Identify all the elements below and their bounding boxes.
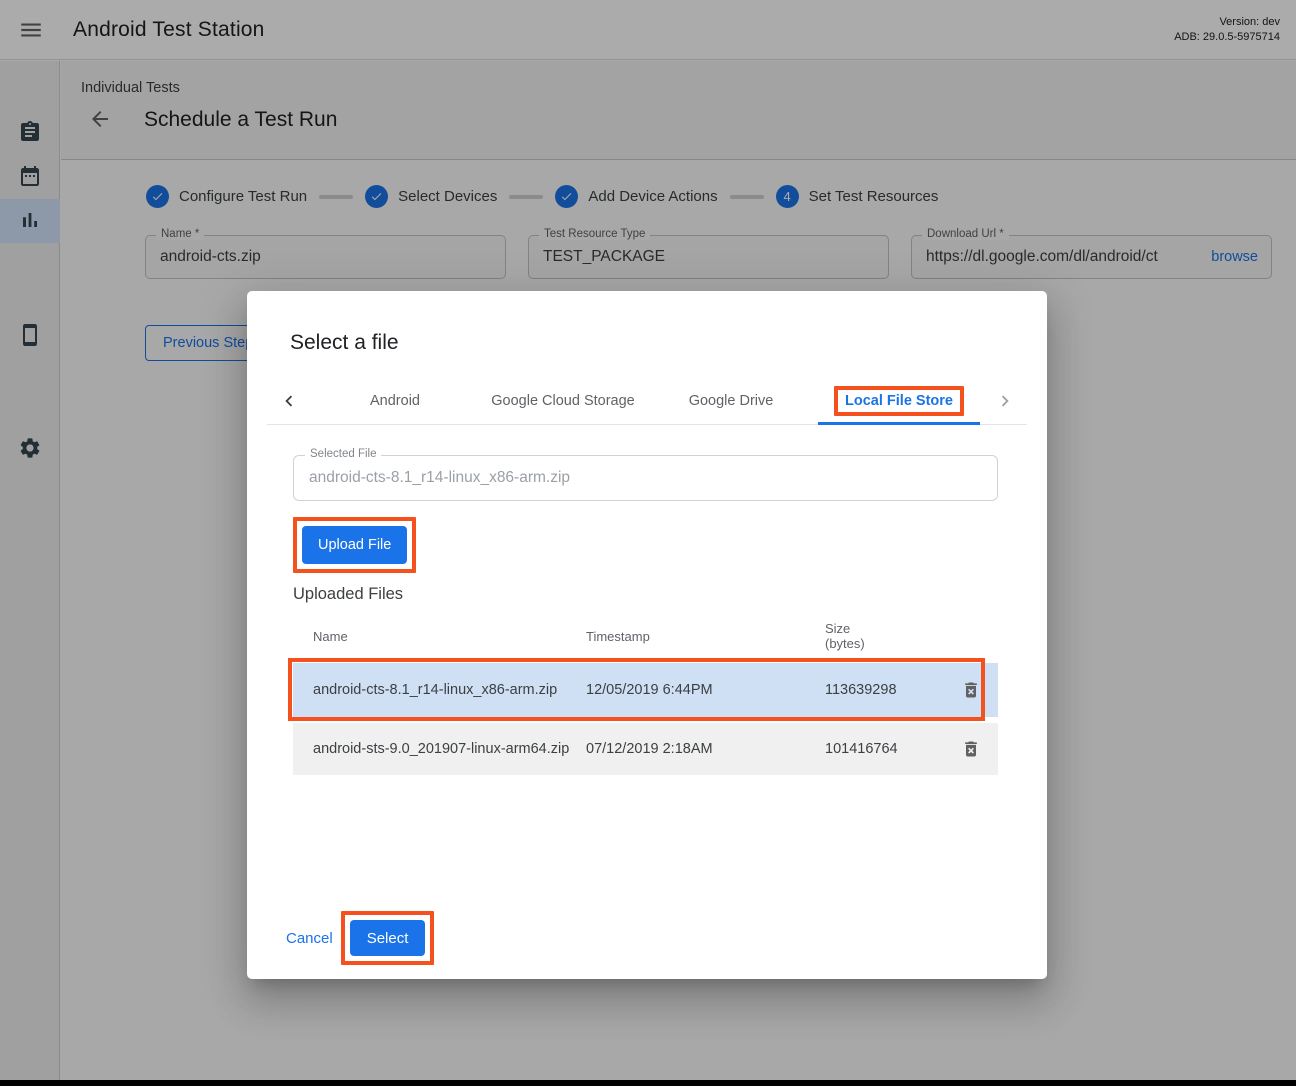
- column-header-name: Name: [293, 629, 586, 644]
- table-header-row: Name Timestamp Size (bytes): [293, 617, 998, 655]
- chevron-right-icon[interactable]: [983, 377, 1027, 424]
- table-row[interactable]: android-cts-8.1_r14-linux_x86-arm.zip 12…: [293, 663, 998, 717]
- chevron-left-icon[interactable]: [267, 377, 311, 424]
- column-header-timestamp: Timestamp: [586, 629, 825, 644]
- tab-android[interactable]: Android: [311, 377, 479, 424]
- uploaded-files-table: Name Timestamp Size (bytes) android-cts-…: [293, 617, 998, 775]
- tab-label: Google Cloud Storage: [491, 393, 635, 409]
- delete-file-icon[interactable]: [958, 736, 984, 762]
- cancel-button[interactable]: Cancel: [286, 930, 333, 947]
- select-button[interactable]: Select: [350, 920, 426, 956]
- selected-file-value: android-cts-8.1_r14-linux_x86-arm.zip: [294, 456, 997, 500]
- select-file-dialog: Select a file Android Google Cloud Stora…: [247, 291, 1047, 979]
- tab-label: Local File Store: [845, 393, 953, 409]
- size-cell: 113639298: [825, 683, 899, 698]
- timestamp-cell: 12/05/2019 6:44PM: [586, 682, 825, 698]
- tab-google-cloud-storage[interactable]: Google Cloud Storage: [479, 377, 647, 424]
- timestamp-cell: 07/12/2019 2:18AM: [586, 741, 825, 757]
- table-row[interactable]: android-sts-9.0_201907-linux-arm64.zip 0…: [293, 723, 998, 775]
- dialog-title: Select a file: [290, 331, 1047, 355]
- tab-label: Google Drive: [689, 393, 774, 409]
- upload-file-button[interactable]: Upload File: [302, 526, 407, 564]
- file-name-cell: android-cts-8.1_r14-linux_x86-arm.zip: [293, 682, 586, 698]
- file-name-cell: android-sts-9.0_201907-linux-arm64.zip: [293, 741, 586, 757]
- annotation-box-local-file-store: Local File Store: [834, 386, 964, 416]
- tab-google-drive[interactable]: Google Drive: [647, 377, 815, 424]
- file-source-tabs: Android Google Cloud Storage Google Driv…: [267, 377, 1027, 425]
- tab-label: Android: [370, 393, 420, 409]
- annotation-box-upload-file: Upload File: [293, 517, 416, 573]
- dialog-footer: Cancel Select: [286, 911, 1047, 965]
- app-screen: Android Test Station Version: dev ADB: 2…: [0, 0, 1296, 1086]
- delete-file-icon[interactable]: [958, 677, 984, 703]
- selected-file-field[interactable]: Selected File android-cts-8.1_r14-linux_…: [293, 455, 998, 501]
- selected-file-label: Selected File: [305, 448, 381, 460]
- uploaded-files-title: Uploaded Files: [293, 585, 998, 604]
- column-header-size: Size (bytes): [825, 621, 899, 651]
- local-file-store-panel: Selected File android-cts-8.1_r14-linux_…: [247, 455, 1047, 775]
- bottom-edge-strip: [0, 1080, 1296, 1086]
- size-cell: 101416764: [825, 742, 899, 757]
- tab-local-file-store[interactable]: Local File Store: [815, 377, 983, 424]
- annotation-box-select-button: Select: [341, 911, 435, 965]
